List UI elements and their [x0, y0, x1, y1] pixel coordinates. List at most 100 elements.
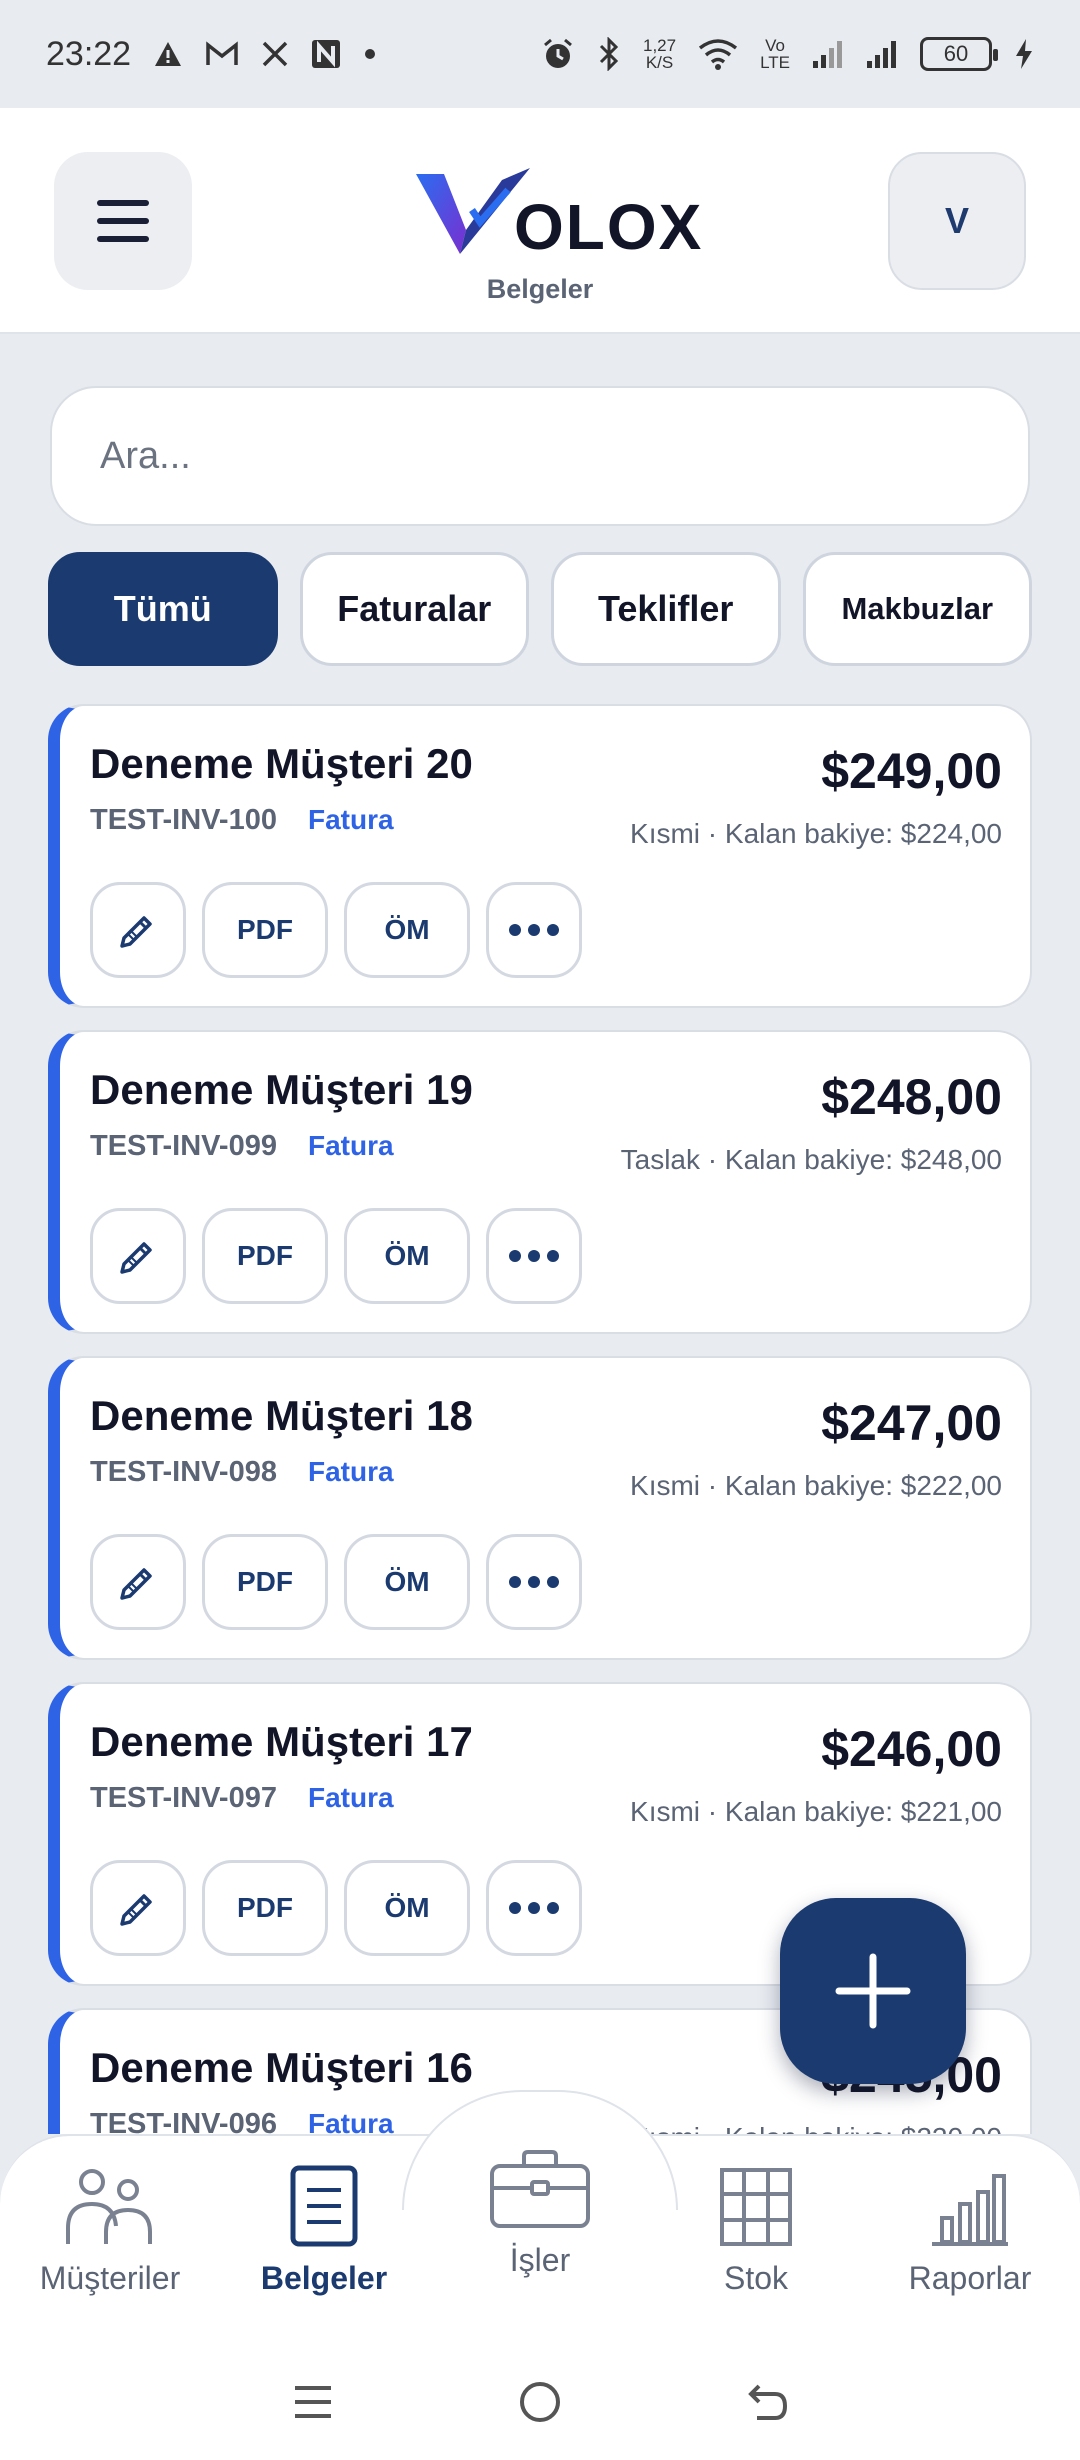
om-button[interactable]: ÖM [344, 1534, 470, 1630]
menu-icon [97, 200, 149, 242]
pencil-icon [120, 1242, 152, 1274]
nav-label: İşler [509, 2242, 571, 2278]
edit-button[interactable] [90, 1534, 186, 1630]
nav-item-documents[interactable]: Belgeler [216, 2164, 432, 2297]
filter-chip-invoices[interactable]: Faturalar [299, 552, 529, 666]
more-button[interactable] [486, 1860, 582, 1956]
document-amount: $247,00 [821, 1395, 1002, 1451]
om-button[interactable]: ÖM [344, 882, 470, 978]
customer-name: Deneme Müşteri 17 [90, 1718, 473, 1765]
document-number: TEST-INV-096 [90, 2108, 277, 2134]
status-time: 23:22 [46, 34, 132, 73]
avatar[interactable]: V [888, 152, 1026, 290]
card-actions: PDF ÖM [90, 1860, 582, 1956]
more-icon [509, 1902, 559, 1914]
filter-chips: Tümü Faturalar Teklifler Makbuzlar [48, 552, 1032, 666]
bluetooth-icon [599, 37, 619, 71]
plus-icon [835, 1953, 911, 2029]
document-card[interactable]: Deneme Müşteri 20 TEST-INV-100 Fatura $2… [48, 704, 1032, 1008]
document-status: Taslak · Kalan bakiye: $248,00 [620, 1144, 1002, 1175]
document-status: Kısmi · Kalan bakiye: $221,00 [630, 1796, 1002, 1827]
customers-icon [66, 2169, 152, 2244]
document-card[interactable]: Deneme Müşteri 19 TEST-INV-099 Fatura $2… [48, 1030, 1032, 1334]
document-type: Fatura [308, 2108, 394, 2134]
search-input[interactable] [100, 434, 1028, 478]
nav-item-jobs[interactable]: İşler [432, 2146, 648, 2279]
home-button[interactable] [510, 2372, 570, 2432]
more-button[interactable] [486, 1534, 582, 1630]
recent-apps-button[interactable] [283, 2372, 343, 2432]
signal-icon-2 [867, 41, 896, 68]
pdf-button[interactable]: PDF [202, 1534, 328, 1630]
customer-name: Deneme Müşteri 16 [90, 2044, 473, 2091]
status-bar: 23:22 1,27 K/S Vo LTE 60 [0, 0, 1080, 108]
battery-level: 60 [943, 41, 969, 66]
document-type: Fatura [308, 1782, 394, 1813]
document-type: Fatura [308, 1130, 394, 1161]
chart-icon [932, 2174, 1008, 2246]
more-button[interactable] [486, 1208, 582, 1304]
pdf-button[interactable]: PDF [202, 1860, 328, 1956]
more-icon [509, 1250, 559, 1262]
nav-label: Müşteriler [39, 2260, 181, 2296]
warning-icon [155, 42, 182, 66]
search-box[interactable] [50, 386, 1030, 526]
logo-text: OLOX [514, 191, 704, 263]
card-actions: PDF ÖM [90, 1208, 582, 1304]
documents-icon [290, 2165, 358, 2247]
nav-item-reports[interactable]: Raporlar [862, 2164, 1078, 2297]
app-header: OLOX Belgeler V [0, 108, 1080, 334]
net-speed: 1,27 K/S [643, 37, 676, 71]
pencil-icon [120, 1568, 152, 1600]
nav-item-customers[interactable]: Müşteriler [2, 2164, 218, 2297]
filter-chip-all[interactable]: Tümü [48, 552, 278, 666]
more-icon [509, 924, 559, 936]
alarm-icon [544, 38, 572, 68]
x-icon [262, 41, 288, 67]
pencil-icon [120, 916, 152, 948]
edit-button[interactable] [90, 882, 186, 978]
document-amount: $246,00 [821, 1721, 1002, 1777]
edit-button[interactable] [90, 1860, 186, 1956]
menu-button[interactable] [54, 152, 192, 290]
nav-label: Stok [723, 2260, 789, 2296]
document-number: TEST-INV-098 [90, 1456, 277, 1488]
document-number: TEST-INV-099 [90, 1130, 277, 1162]
volte-bottom: LTE [760, 53, 790, 72]
nav-label: Belgeler [260, 2260, 388, 2296]
nav-label: Raporlar [908, 2260, 1032, 2296]
document-amount: $248,00 [821, 1069, 1002, 1125]
om-button[interactable]: ÖM [344, 1860, 470, 1956]
document-card[interactable]: Deneme Müşteri 18 TEST-INV-098 Fatura $2… [48, 1356, 1032, 1660]
app-logo: OLOX [410, 150, 701, 290]
customer-name: Deneme Müşteri 19 [90, 1066, 473, 1113]
recents-icon [295, 2386, 332, 2418]
customer-name: Deneme Müşteri 18 [90, 1392, 473, 1439]
document-status: Kısmi · Kalan bakiye: $224,00 [630, 818, 1002, 849]
document-status: Kısmi · Kalan bakiye: $222,00 [630, 1470, 1002, 1501]
battery-indicator: 60 [920, 37, 998, 71]
card-actions: PDF ÖM [90, 882, 582, 978]
om-button[interactable]: ÖM [344, 1208, 470, 1304]
edit-button[interactable] [90, 1208, 186, 1304]
dot-icon [365, 49, 376, 59]
briefcase-icon [490, 2150, 590, 2228]
pdf-button[interactable]: PDF [202, 1208, 328, 1304]
document-amount: $249,00 [821, 743, 1002, 799]
document-number: TEST-INV-100 [90, 804, 277, 836]
filter-chip-quotes[interactable]: Teklifler [551, 552, 781, 666]
net-speed-unit: K/S [645, 53, 674, 72]
more-icon [509, 1576, 559, 1588]
document-type: Fatura [308, 804, 394, 835]
back-button[interactable] [737, 2372, 797, 2432]
home-icon [519, 2382, 560, 2422]
nav-item-stock[interactable]: Stok [648, 2164, 864, 2297]
n-icon [312, 40, 341, 68]
more-button[interactable] [486, 882, 582, 978]
filter-chip-receipts[interactable]: Makbuzlar [802, 552, 1032, 666]
pdf-button[interactable]: PDF [202, 882, 328, 978]
volte-indicator: Vo LTE [760, 37, 790, 71]
system-nav-bar [0, 2344, 1080, 2460]
add-document-button[interactable] [780, 1898, 966, 2084]
volte-top: Vo [765, 36, 785, 55]
